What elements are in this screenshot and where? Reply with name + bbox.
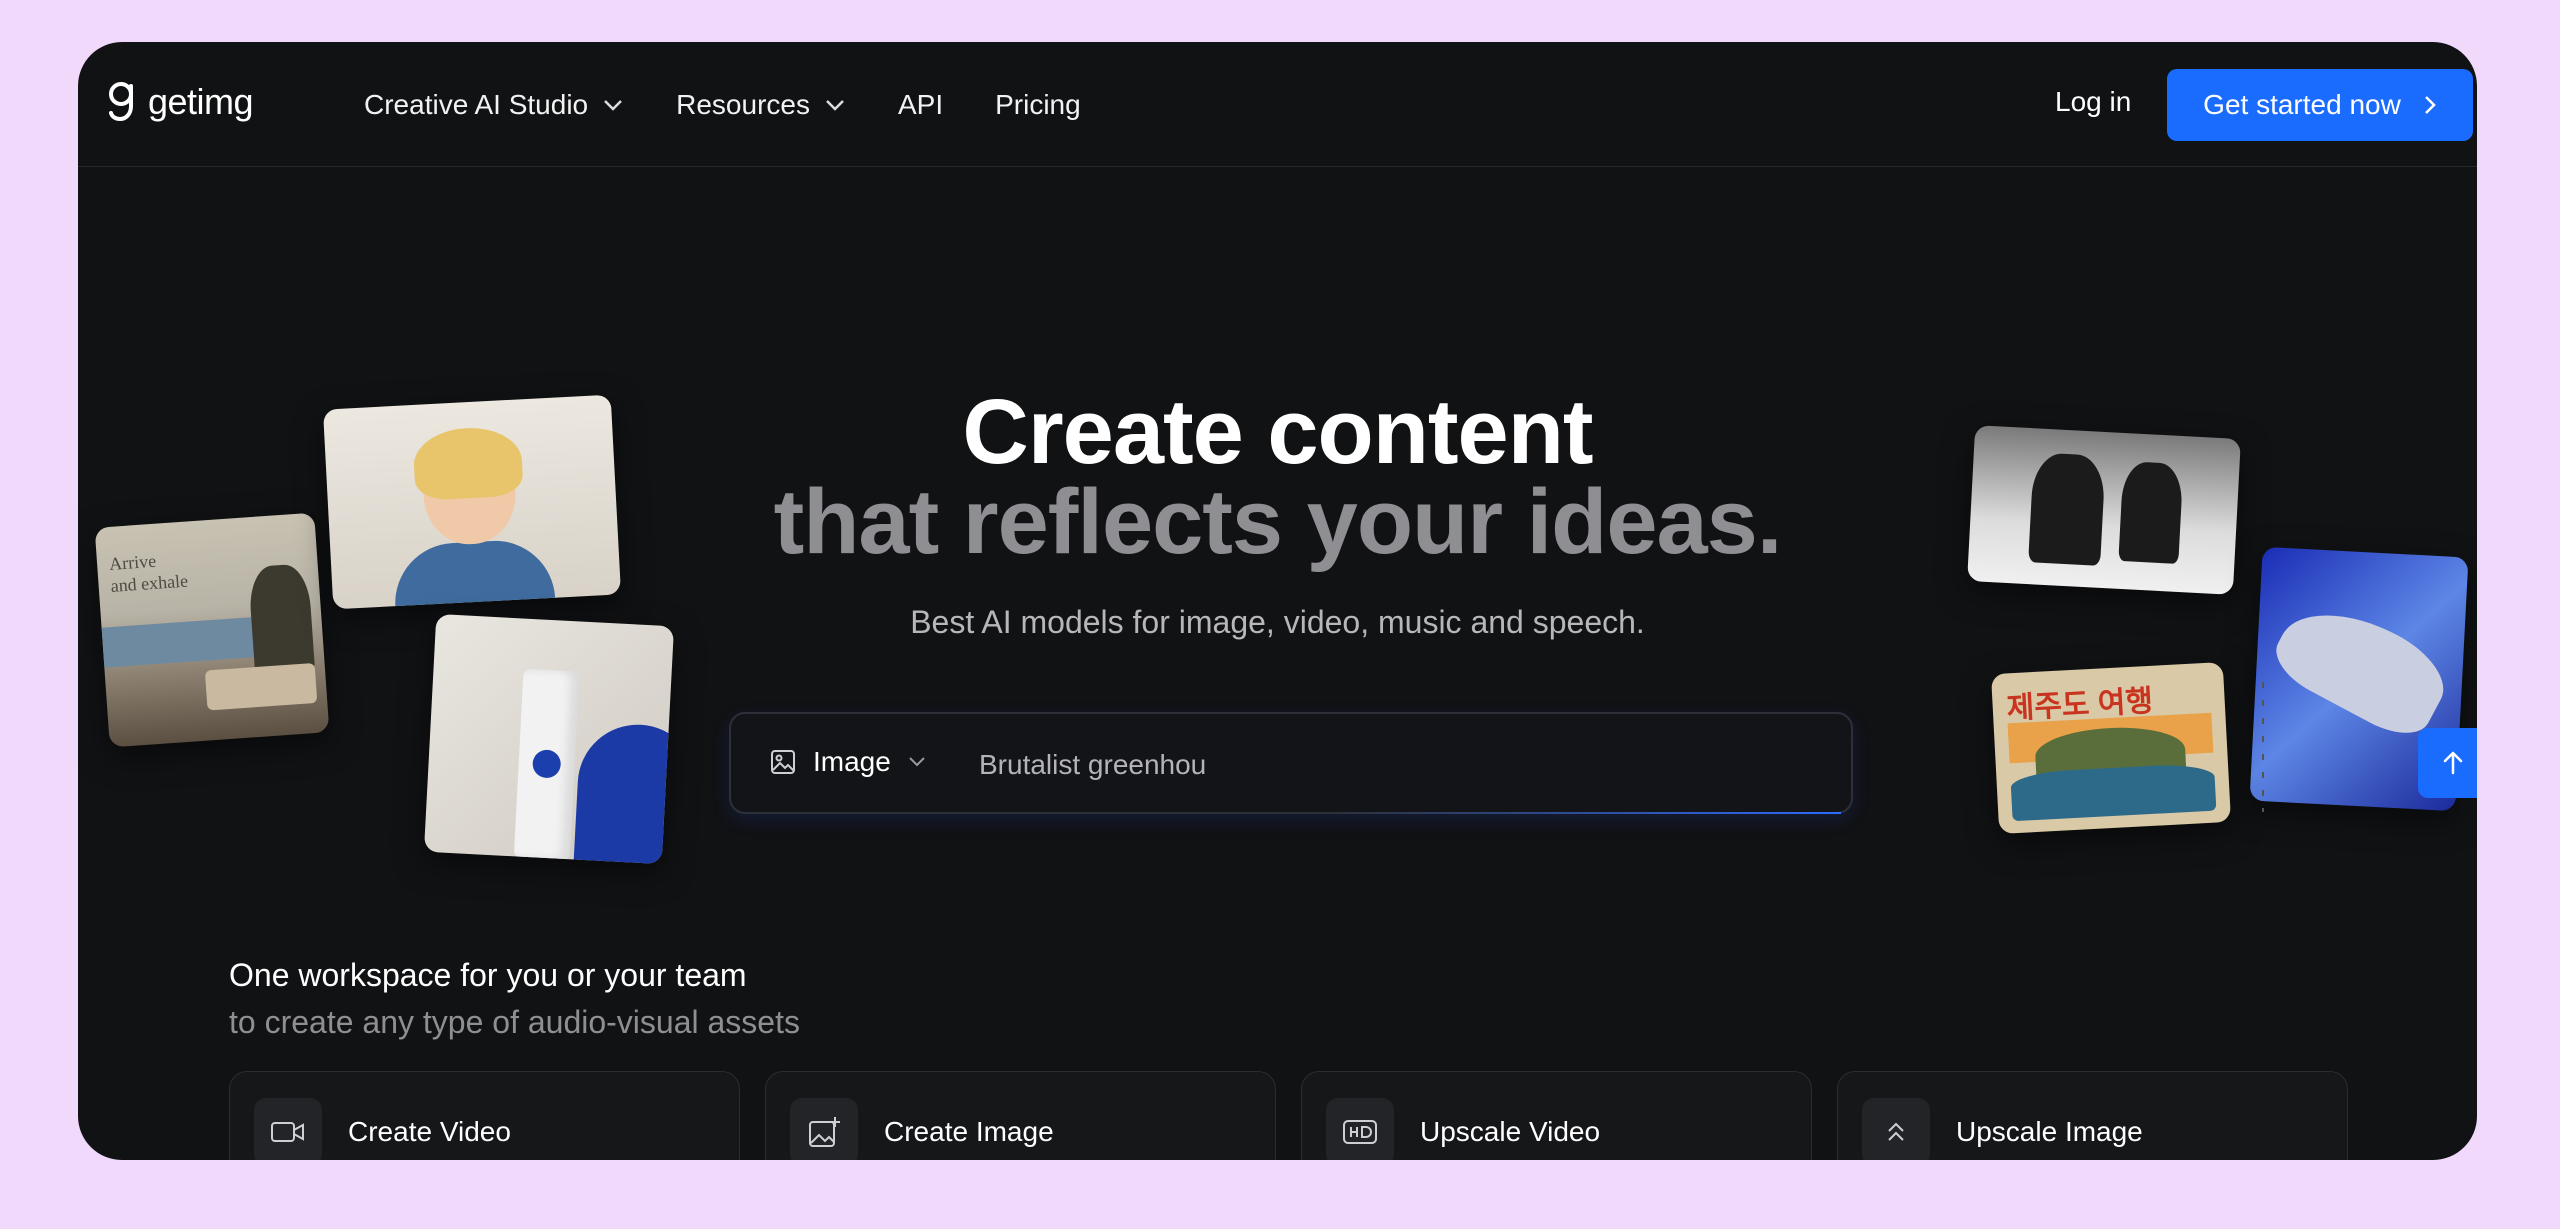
top-nav: getimg Creative AI Studio Resources API …	[78, 42, 2477, 167]
prompt-input[interactable]	[979, 744, 1759, 786]
tile-upscale-video[interactable]: Upscale Video	[1301, 1071, 1812, 1160]
hero-title-secondary: that reflects your ideas.	[773, 471, 1783, 573]
content-type-select[interactable]: Image	[769, 746, 927, 778]
feature-tiles: Create Video Create Image Upscale Video …	[229, 1071, 2348, 1160]
nav-item-api[interactable]: API	[898, 89, 943, 121]
submit-prompt-button[interactable]	[2418, 728, 2477, 798]
login-link[interactable]: Log in	[2055, 86, 2131, 118]
card-sofa	[204, 662, 318, 711]
nav-item-label: API	[897, 88, 944, 120]
nav-item-label: Resources	[676, 88, 810, 120]
tile-label: Upscale Video	[1420, 1116, 1601, 1147]
nav-item-resources[interactable]: Resources	[676, 89, 846, 121]
tile-label: Create Video	[348, 1116, 511, 1147]
image-icon	[771, 750, 795, 774]
nav-item-creative-ai-studio[interactable]: Creative AI Studio	[364, 89, 624, 121]
nav-item-label: Pricing	[995, 88, 1081, 120]
chevron-down-icon	[826, 99, 844, 111]
poster-title: 제주도 여행	[2005, 684, 2154, 726]
prompt-bar: Image	[729, 712, 2477, 814]
video-camera-icon	[254, 1098, 322, 1160]
nav-links: Creative AI Studio Resources API Pricing	[364, 42, 1081, 167]
logo[interactable]: getimg	[104, 80, 254, 124]
chevron-down-icon	[909, 757, 925, 767]
hd-icon	[1326, 1098, 1394, 1160]
tile-create-video[interactable]: Create Video	[229, 1071, 740, 1160]
tile-create-image[interactable]: Create Image	[765, 1071, 1276, 1160]
getimg-logo-icon	[109, 81, 133, 122]
tile-upscale-image[interactable]: Upscale Image	[1837, 1071, 2348, 1160]
image-plus-icon	[790, 1098, 858, 1160]
workspace-title: One workspace for you or your team	[229, 957, 747, 993]
gallery-card-product	[423, 613, 675, 865]
tile-label: Create Image	[884, 1116, 1054, 1147]
chevron-down-icon	[604, 99, 623, 111]
chevron-right-icon	[2424, 96, 2436, 114]
brand-name: getimg	[148, 81, 254, 122]
hero-subtitle: Best AI models for image, video, music a…	[910, 604, 1645, 640]
get-started-button[interactable]: Get started now	[2167, 69, 2473, 141]
workspace-subtitle: to create any type of audio-visual asset…	[229, 1004, 800, 1040]
get-started-label: Get started now	[2203, 89, 2401, 120]
chevrons-up-icon	[1862, 1098, 1930, 1160]
app-window: getimg Creative AI Studio Resources API …	[78, 42, 2477, 1160]
nav-item-pricing[interactable]: Pricing	[995, 89, 1081, 121]
product-arc	[571, 721, 675, 865]
gallery-card-jeju: 제주도 여행	[1990, 662, 2232, 834]
content-type-label: Image	[813, 746, 891, 777]
nav-item-label: Creative AI Studio	[364, 88, 589, 120]
dashed-divider	[2262, 682, 2264, 812]
arrow-up-icon	[2443, 751, 2463, 775]
tile-label: Upscale Image	[1956, 1116, 2143, 1147]
